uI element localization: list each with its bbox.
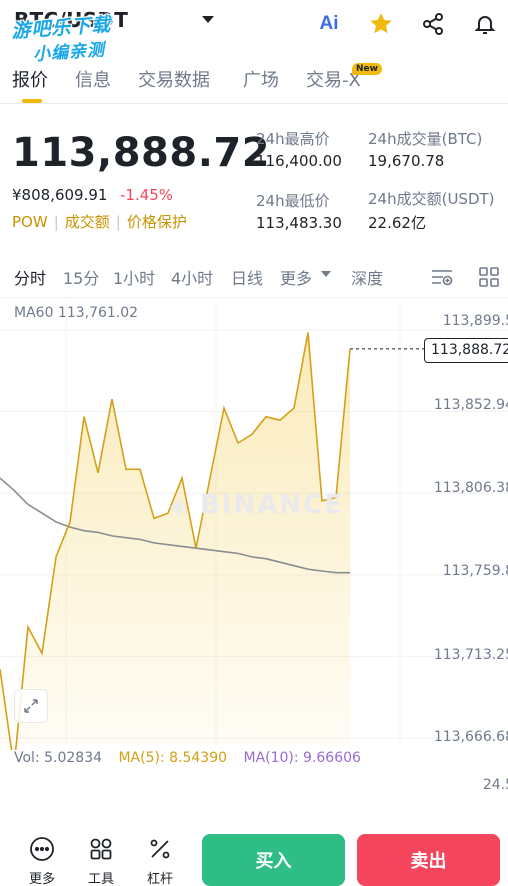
expand-arrows-icon [24,699,38,713]
interval-1d[interactable]: 日线 [231,265,263,289]
header: BTC/USDT 游吧乐下载 小编亲测 Ai [0,0,508,65]
indicator-settings-icon[interactable] [430,266,454,292]
tools-button[interactable]: 工具 [81,836,121,886]
layout-grid-icon[interactable] [478,266,500,292]
volume-usdt-label: 24h成交额(USDT) [368,190,495,208]
tag-pow[interactable]: POW [12,213,48,231]
tab-trading-data[interactable]: 交易数据 [138,66,210,92]
fullscreen-expand-button[interactable] [14,689,48,723]
tools-grid-icon [90,838,112,860]
y-tick-label: 113,806.38 [433,480,508,496]
tab-square[interactable]: 广场 [243,66,279,92]
volume-ma10: MA(10): 9.66606 [243,750,361,766]
volume-value: Vol: 5.02834 [14,750,103,766]
price-chart[interactable] [0,300,508,750]
last-price: 113,888.72 [12,130,271,176]
more-button[interactable]: 更多 [22,836,62,886]
y-tick-label: 113,899.5 [442,313,508,329]
binance-watermark: ◈ BINANCE [170,490,344,520]
more-dots-icon [30,837,54,861]
chevron-down-icon[interactable] [202,16,214,23]
sell-button[interactable]: 卖出 [357,834,500,886]
buy-button[interactable]: 买入 [202,834,345,886]
high-label: 24h最高价 [256,130,330,148]
y-tick-label: 113,759.8 [442,563,508,579]
price-area [0,332,350,750]
y-tick-label: 113,666.68 [433,729,508,745]
tag-turnover[interactable]: 成交额 [65,213,110,231]
tag-price-protection[interactable]: 价格保护 [127,213,187,231]
active-tab-indicator [22,99,42,103]
leverage-button[interactable]: 杠杆 [140,836,180,886]
tab-quote[interactable]: 报价 [12,66,48,92]
star-icon[interactable] [366,9,396,39]
low-label: 24h最低价 [256,192,330,210]
tab-info[interactable]: 信息 [75,66,111,92]
volume-ma5: MA(5): 8.54390 [118,750,228,766]
volume-axis-label: 24.5 [482,777,508,793]
percent-icon [150,839,170,859]
high-value: 116,400.00 [256,152,342,170]
interval-4h[interactable]: 4小时 [171,265,213,289]
interval-15m[interactable]: 15分 [63,265,99,289]
more-label: 更多 [28,872,55,886]
binance-diamond-icon: ◈ [170,494,189,519]
interval-more[interactable]: 更多 [280,265,312,289]
more-caret-icon[interactable] [321,271,331,277]
share-icon[interactable] [418,9,448,39]
volume-usdt-value: 22.62亿 [368,214,426,232]
bell-icon[interactable] [470,9,500,39]
y-tick-label: 113,713.25 [433,647,508,663]
binance-watermark-text: BINANCE [199,490,344,520]
new-badge: New [352,63,382,75]
interval-depth[interactable]: 深度 [351,265,383,289]
change-percent: -1.45% [120,186,174,204]
ma60-readout: MA60 113,761.02 [14,305,139,321]
low-value: 113,483.30 [256,214,342,232]
leverage-label: 杠杆 [146,872,173,886]
last-price-tag: 113,888.72 [424,338,508,363]
interval-1h[interactable]: 1小时 [113,265,155,289]
tools-label: 工具 [87,872,114,886]
volume-btc-value: 19,670.78 [368,152,445,170]
volume-readout: Vol: 5.02834 MA(5): 8.54390 MA(10): 9.66… [14,750,373,766]
page-tabs: 报价 信息 交易数据 广场 交易-X [0,58,508,104]
volume-btc-label: 24h成交量(BTC) [368,130,483,148]
ai-icon[interactable]: Ai [314,9,344,39]
bottom-action-bar: 更多 工具 杠杆 买入 卖出 [0,822,508,886]
y-tick-label: 113,852.94 [433,397,508,413]
ai-label: Ai [319,13,339,34]
interval-time[interactable]: 分时 [14,265,46,289]
tag-row: POW | 成交额 | 价格保护 [12,213,187,231]
cny-price: ¥808,609.91 [12,186,108,204]
interval-bar: 分时 15分 1小时 4小时 日线 更多 深度 [0,258,508,298]
